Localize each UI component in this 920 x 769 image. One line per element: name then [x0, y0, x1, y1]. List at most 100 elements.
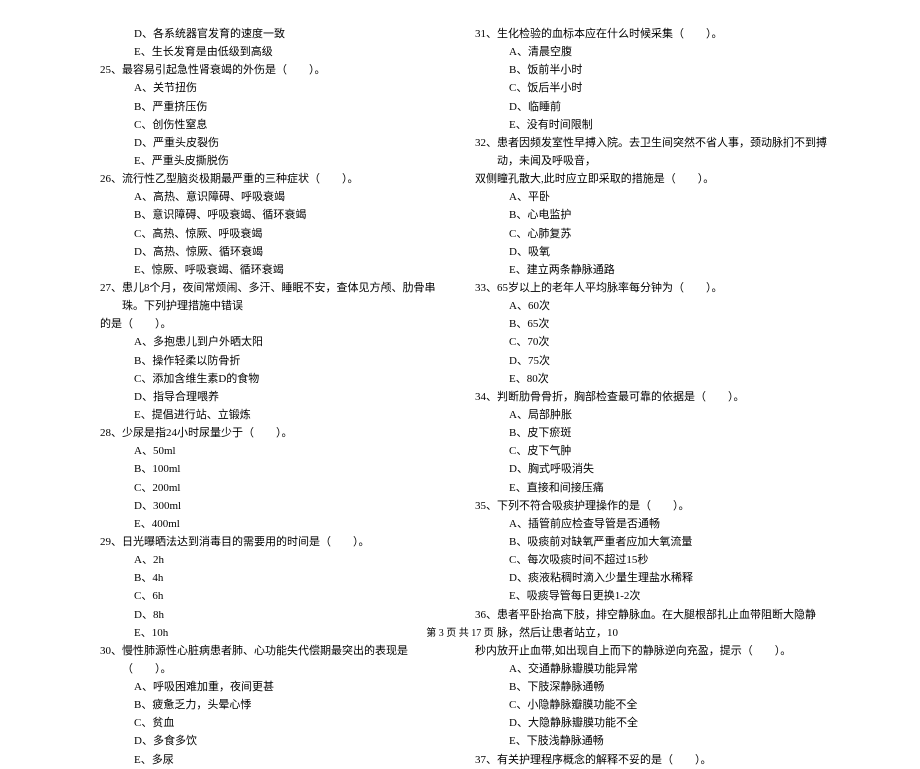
option: B、心电监护 — [509, 206, 830, 224]
question-37: 37、有关护理程序概念的解释不妥的是（ ）。 — [475, 751, 830, 769]
right-column: 31、生化检验的血标本应在什么时候采集（ ）。 A、清晨空腹 B、饭前半小时 C… — [475, 25, 830, 769]
question-34: 34、判断肋骨骨折，胸部检查最可靠的依据是（ ）。 A、局部肿胀 B、皮下瘀斑 … — [475, 388, 830, 497]
option: C、6h — [134, 587, 455, 605]
options-list: A、交通静脉瓣膜功能异常 B、下肢深静脉通畅 C、小隐静脉瓣膜功能不全 D、大隐… — [475, 660, 830, 751]
option: A、清晨空腹 — [509, 43, 830, 61]
options-list: A、50ml B、100ml C、200ml D、300ml E、400ml — [100, 442, 455, 533]
option: B、4h — [134, 569, 455, 587]
option: A、高热、意识障碍、呼吸衰竭 — [134, 188, 455, 206]
option: C、高热、惊厥、呼吸衰竭 — [134, 225, 455, 243]
option: D、吸氧 — [509, 243, 830, 261]
option: D、临睡前 — [509, 98, 830, 116]
question-text: 25、最容易引起急性肾衰竭的外伤是（ ）。 — [100, 61, 455, 79]
question-text-line2: 的是（ ）。 — [100, 315, 455, 333]
options-list: A、清晨空腹 B、饭前半小时 C、饭后半小时 D、临睡前 E、没有时间限制 — [475, 43, 830, 134]
question-text: 37、有关护理程序概念的解释不妥的是（ ）。 — [475, 751, 830, 769]
question-text: 28、少尿是指24小时尿量少于（ ）。 — [100, 424, 455, 442]
option: B、饭前半小时 — [509, 61, 830, 79]
option: D、大隐静脉瓣膜功能不全 — [509, 714, 830, 732]
option: B、疲惫乏力，头晕心悸 — [134, 696, 455, 714]
option: D、300ml — [134, 497, 455, 515]
options-list: A、60次 B、65次 C、70次 D、75次 E、80次 — [475, 297, 830, 388]
option: A、平卧 — [509, 188, 830, 206]
question-text-line2: 双侧瞳孔散大,此时应立即采取的措施是（ ）。 — [475, 170, 830, 188]
options-list: A、高热、意识障碍、呼吸衰竭 B、意识障碍、呼吸衰竭、循环衰竭 C、高热、惊厥、… — [100, 188, 455, 279]
option: D、痰液粘稠时滴入少量生理盐水稀释 — [509, 569, 830, 587]
q24-continued-options: D、各系统器官发育的速度一致 E、生长发育是由低级到高级 — [100, 25, 455, 61]
question-33: 33、65岁以上的老年人平均脉率每分钟为（ ）。 A、60次 B、65次 C、7… — [475, 279, 830, 388]
option: D、多食多饮 — [134, 732, 455, 750]
option: C、皮下气肿 — [509, 442, 830, 460]
option: A、2h — [134, 551, 455, 569]
option: D、指导合理喂养 — [134, 388, 455, 406]
question-31: 31、生化检验的血标本应在什么时候采集（ ）。 A、清晨空腹 B、饭前半小时 C… — [475, 25, 830, 134]
question-26: 26、流行性乙型脑炎极期最严重的三种症状（ ）。 A、高热、意识障碍、呼吸衰竭 … — [100, 170, 455, 279]
option: E、提倡进行站、立锻炼 — [134, 406, 455, 424]
option: B、意识障碍、呼吸衰竭、循环衰竭 — [134, 206, 455, 224]
option: A、50ml — [134, 442, 455, 460]
options-list: A、插管前应检查导管是否通畅 B、吸痰前对缺氧严重者应加大氧流量 C、每次吸痰时… — [475, 515, 830, 606]
option: A、局部肿胀 — [509, 406, 830, 424]
option: D、各系统器官发育的速度一致 — [134, 25, 455, 43]
option: A、插管前应检查导管是否通畅 — [509, 515, 830, 533]
option: C、创伤性窒息 — [134, 116, 455, 134]
option: A、60次 — [509, 297, 830, 315]
question-30: 30、慢性肺源性心脏病患者肺、心功能失代偿期最突出的表现是（ ）。 A、呼吸困难… — [100, 642, 455, 769]
option: D、75次 — [509, 352, 830, 370]
options-list: A、呼吸困难加重，夜间更甚 B、疲惫乏力，头晕心悸 C、贫血 D、多食多饮 E、… — [100, 678, 455, 769]
question-text: 35、下列不符合吸痰护理操作的是（ ）。 — [475, 497, 830, 515]
option: C、饭后半小时 — [509, 79, 830, 97]
question-28: 28、少尿是指24小时尿量少于（ ）。 A、50ml B、100ml C、200… — [100, 424, 455, 533]
options-list: A、局部肿胀 B、皮下瘀斑 C、皮下气肿 D、胸式呼吸消失 E、直接和间接压痛 — [475, 406, 830, 497]
option: D、严重头皮裂伤 — [134, 134, 455, 152]
option: D、8h — [134, 606, 455, 624]
question-32: 32、患者因频发室性早搏入院。去卫生间突然不省人事，颈动脉扪不到搏动，未闻及呼吸… — [475, 134, 830, 279]
question-text: 31、生化检验的血标本应在什么时候采集（ ）。 — [475, 25, 830, 43]
option: E、400ml — [134, 515, 455, 533]
option: E、多尿 — [134, 751, 455, 769]
question-text-line2: 秒内放开止血带,如出现自上而下的静脉逆向充盈，提示（ ）。 — [475, 642, 830, 660]
option: A、多抱患儿到户外晒太阳 — [134, 333, 455, 351]
option: E、严重头皮撕脱伤 — [134, 152, 455, 170]
question-35: 35、下列不符合吸痰护理操作的是（ ）。 A、插管前应检查导管是否通畅 B、吸痰… — [475, 497, 830, 606]
option: B、100ml — [134, 460, 455, 478]
option: B、皮下瘀斑 — [509, 424, 830, 442]
option: B、操作轻柔以防骨折 — [134, 352, 455, 370]
question-text: 32、患者因频发室性早搏入院。去卫生间突然不省人事，颈动脉扪不到搏动，未闻及呼吸… — [475, 134, 830, 170]
option: E、生长发育是由低级到高级 — [134, 43, 455, 61]
question-text: 29、日光曝晒法达到消毒目的需要用的时间是（ ）。 — [100, 533, 455, 551]
question-text: 33、65岁以上的老年人平均脉率每分钟为（ ）。 — [475, 279, 830, 297]
option: B、吸痰前对缺氧严重者应加大氧流量 — [509, 533, 830, 551]
option: C、每次吸痰时间不超过15秒 — [509, 551, 830, 569]
question-text: 27、患儿8个月，夜间常烦闹、多汗、睡眠不安，查体见方颅、肋骨串珠。下列护理措施… — [100, 279, 455, 315]
option: E、直接和间接压痛 — [509, 479, 830, 497]
option: C、心肺复苏 — [509, 225, 830, 243]
option: B、下肢深静脉通畅 — [509, 678, 830, 696]
left-column: D、各系统器官发育的速度一致 E、生长发育是由低级到高级 25、最容易引起急性肾… — [100, 25, 455, 769]
options-list: A、关节扭伤 B、严重挤压伤 C、创伤性窒息 D、严重头皮裂伤 E、严重头皮撕脱… — [100, 79, 455, 170]
option: C、添加含维生素D的食物 — [134, 370, 455, 388]
option: E、没有时间限制 — [509, 116, 830, 134]
option: D、高热、惊厥、循环衰竭 — [134, 243, 455, 261]
option: E、下肢浅静脉通畅 — [509, 732, 830, 750]
option: D、胸式呼吸消失 — [509, 460, 830, 478]
option: E、吸痰导管每日更换1-2次 — [509, 587, 830, 605]
two-column-layout: D、各系统器官发育的速度一致 E、生长发育是由低级到高级 25、最容易引起急性肾… — [100, 25, 830, 769]
option: B、严重挤压伤 — [134, 98, 455, 116]
question-text: 34、判断肋骨骨折，胸部检查最可靠的依据是（ ）。 — [475, 388, 830, 406]
option: E、建立两条静脉通路 — [509, 261, 830, 279]
page-footer: 第 3 页 共 17 页 — [0, 626, 920, 643]
question-text: 30、慢性肺源性心脏病患者肺、心功能失代偿期最突出的表现是（ ）。 — [100, 642, 455, 678]
option: A、关节扭伤 — [134, 79, 455, 97]
option: C、小隐静脉瓣膜功能不全 — [509, 696, 830, 714]
option: C、200ml — [134, 479, 455, 497]
option: C、70次 — [509, 333, 830, 351]
option: B、65次 — [509, 315, 830, 333]
option: E、惊厥、呼吸衰竭、循环衰竭 — [134, 261, 455, 279]
options-list: A、平卧 B、心电监护 C、心肺复苏 D、吸氧 E、建立两条静脉通路 — [475, 188, 830, 279]
option: C、贫血 — [134, 714, 455, 732]
option: A、呼吸困难加重，夜间更甚 — [134, 678, 455, 696]
option: E、80次 — [509, 370, 830, 388]
question-25: 25、最容易引起急性肾衰竭的外伤是（ ）。 A、关节扭伤 B、严重挤压伤 C、创… — [100, 61, 455, 170]
option: A、交通静脉瓣膜功能异常 — [509, 660, 830, 678]
